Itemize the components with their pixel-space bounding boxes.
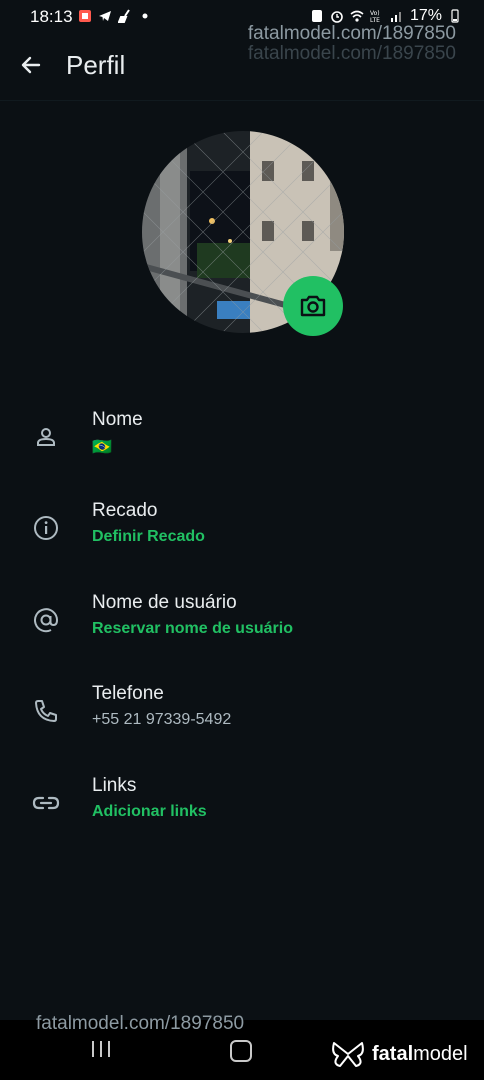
person-icon: [37, 428, 55, 446]
change-photo-button[interactable]: [283, 276, 343, 336]
row-links[interactable]: Links Adicionar links: [0, 775, 484, 855]
alarm-icon: [331, 11, 343, 23]
row-value-links[interactable]: Adicionar links: [92, 803, 207, 821]
row-label-about: Recado: [92, 500, 158, 521]
wifi-icon: [350, 10, 364, 22]
row-value-phone: +55 21 97339-5492: [92, 711, 232, 728]
recents-button[interactable]: [92, 1041, 110, 1057]
row-value-username[interactable]: Reservar nome de usuário: [92, 620, 293, 638]
row-label-links: Links: [92, 775, 137, 796]
dot-icon: [142, 13, 148, 19]
signal-icon: [390, 12, 401, 22]
sim-icon: [311, 10, 322, 22]
camera-icon: [300, 295, 326, 317]
row-label-phone: Telefone: [92, 683, 164, 704]
volte-icon: Vo)LTE: [370, 10, 380, 23]
row-username[interactable]: Nome de usuário Reservar nome de usuário: [0, 592, 484, 672]
at-icon: [34, 608, 59, 633]
row-label-username: Nome de usuário: [92, 592, 237, 613]
row-label-name: Nome: [92, 409, 143, 430]
butterfly-logo-icon: [332, 1042, 364, 1067]
row-about[interactable]: Recado Definir Recado: [0, 500, 484, 580]
phone-icon: [35, 700, 57, 722]
row-name[interactable]: Nome 🇧🇷: [0, 409, 484, 489]
battery-icon: [451, 9, 459, 23]
status-time: 18:13: [30, 7, 73, 26]
page-title: Perfil: [66, 50, 126, 80]
row-value-name: 🇧🇷: [92, 439, 112, 456]
arrow-back-icon: [21, 56, 41, 74]
back-button[interactable]: [14, 48, 48, 82]
link-icon: [32, 796, 60, 810]
info-icon: [34, 516, 58, 540]
profile-photo-section: [142, 131, 344, 336]
telegram-icon: [99, 11, 111, 21]
row-phone[interactable]: Telefone +55 21 97339-5492: [0, 683, 484, 763]
header-divider: [0, 100, 484, 101]
watermark-bottom: fatalmodel.com/1897850: [36, 1013, 245, 1034]
broom-icon: [118, 9, 130, 23]
brand-logo: fatalmodel: [330, 1040, 468, 1068]
svg-text:Vo): Vo): [370, 10, 380, 17]
row-value-about[interactable]: Definir Recado: [92, 528, 205, 546]
notification-app-icon: [79, 10, 91, 22]
home-button[interactable]: [230, 1040, 252, 1062]
app-bar: Perfil: [0, 40, 484, 96]
